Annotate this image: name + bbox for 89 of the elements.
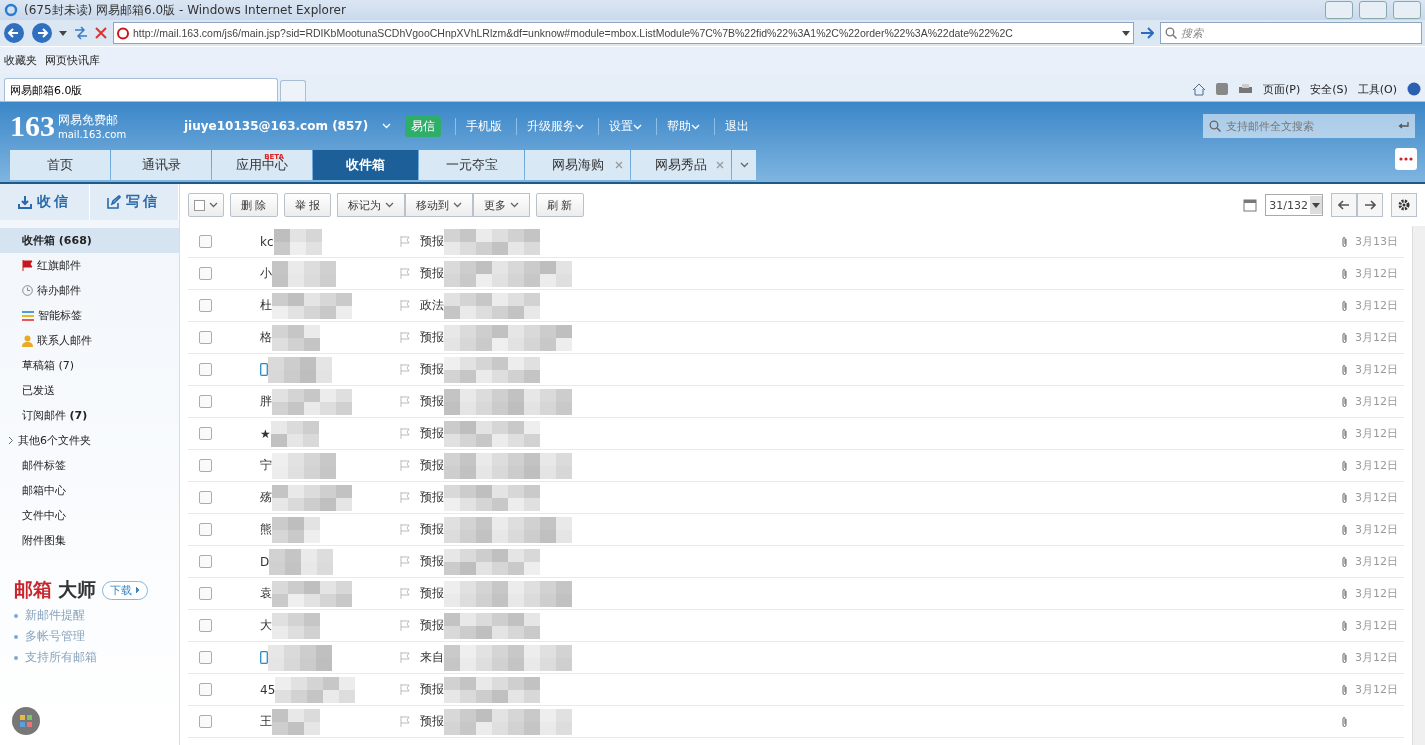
promo-title: 大师 [58, 577, 96, 602]
folder-item[interactable]: 订阅邮件 (7) [0, 403, 179, 428]
folder-item[interactable]: 草稿箱 (7) [0, 353, 179, 378]
mail-date: 3月12日 [1354, 650, 1398, 665]
toolbar-button[interactable]: 更多 [473, 193, 530, 217]
download-button[interactable]: 下载 [102, 580, 148, 600]
command-menu[interactable]: 页面(P) [1262, 81, 1301, 97]
search-field[interactable]: 搜索 [1160, 22, 1422, 44]
folder-item[interactable]: 联系人邮件 [0, 328, 179, 353]
feature-item: 多帐号管理 [25, 628, 85, 645]
mail-tab[interactable]: 收件箱 [313, 150, 418, 180]
folder-item[interactable]: 待办邮件 [0, 278, 179, 303]
sender-name: D [260, 554, 270, 569]
mail-subject[interactable]: 预报 [420, 393, 444, 410]
mail-date: 3月13日 [1354, 234, 1398, 249]
mail-subject[interactable]: 预报 [420, 361, 444, 378]
mail-subject[interactable]: 预报 [420, 233, 444, 250]
mail-subject[interactable]: 预报 [420, 457, 444, 474]
toolbar-button[interactable]: 移动到 [405, 193, 473, 217]
folder-item[interactable]: 其他6个文件夹 [0, 428, 179, 453]
mail-subject[interactable]: 预报 [420, 521, 444, 538]
mail-date: 3月12日 [1354, 586, 1398, 601]
mail-subject[interactable]: 预报 [420, 681, 444, 698]
mail-date: 3月12日 [1354, 682, 1398, 697]
toolbar-button[interactable]: 标记为 [337, 193, 405, 217]
mail-subject[interactable]: 预报 [420, 585, 444, 602]
mail-subject[interactable]: 预报 [420, 489, 444, 506]
sender-name: 殇 [260, 489, 272, 506]
folder-item[interactable]: 已发送 [0, 378, 179, 403]
toolbar-button[interactable]: 举 报 [283, 193, 331, 217]
mail-date: 3月12日 [1354, 490, 1398, 505]
mail-date: 3月12日 [1354, 362, 1398, 377]
mail-tab[interactable]: 网易秀品 [631, 150, 731, 180]
browser-tab[interactable]: 网易邮箱6.0版 [4, 78, 278, 101]
sender-name: 大 [260, 617, 272, 634]
folder-item[interactable]: 邮箱中心 [0, 478, 179, 503]
sender-name: 杜 [260, 297, 272, 314]
logo-domain: mail.163.com [58, 129, 127, 140]
folder-item[interactable]: 邮件标签 [0, 453, 179, 478]
sender-name: 宁 [260, 457, 272, 474]
sender-name: kc [260, 234, 274, 249]
mail-tab[interactable]: 首页 [10, 150, 110, 180]
mail-date: 3月12日 [1354, 554, 1398, 569]
mail-tab[interactable]: 通讯录 [111, 150, 211, 180]
mail-date: 3月12日 [1354, 266, 1398, 281]
folder-item[interactable]: 红旗邮件 [0, 253, 179, 278]
promo-title: 邮箱 [14, 577, 52, 602]
command-menu[interactable]: 安全(S) [1310, 81, 1348, 97]
window-title: (675封未读) 网易邮箱6.0版 - Windows Internet Explorer [24, 1, 347, 19]
logo-name: 网易免费邮 [58, 112, 119, 129]
favorites-item[interactable]: 网页快讯库 [45, 52, 100, 68]
sender-name: 胖 [260, 393, 272, 410]
feature-item: 支持所有邮箱 [25, 649, 97, 666]
mail-subject[interactable]: 预报 [420, 553, 444, 570]
mail-subject[interactable]: 预报 [420, 329, 444, 346]
mail-subject[interactable]: 预报 [420, 425, 444, 442]
feature-item: 新邮件提醒 [25, 607, 85, 624]
sender-name: 小 [260, 265, 272, 282]
folder-item[interactable]: 智能标签 [0, 303, 179, 328]
mail-subject[interactable]: 预报 [420, 265, 444, 282]
page-select[interactable]: 31/132 [1265, 194, 1323, 216]
mail-subject[interactable]: 预报 [420, 713, 444, 730]
logo-number: 163 [10, 109, 55, 143]
folder-item[interactable]: 收件箱 (668) [0, 228, 179, 253]
sender-name: 格 [260, 329, 272, 346]
sender-name: ★ [260, 426, 271, 441]
toolbar-button[interactable]: 刷 新 [536, 193, 584, 217]
toolbar-button[interactable]: 删 除 [230, 193, 278, 217]
command-menu[interactable]: 工具(O) [1357, 81, 1397, 97]
sender-name: 45 [260, 682, 276, 697]
sender-name: 熊 [260, 521, 272, 538]
mail-date: 3月12日 [1354, 298, 1398, 313]
mail-subject[interactable]: 预报 [420, 617, 444, 634]
sender-name: 袁 [260, 585, 272, 602]
folder-item[interactable]: 文件中心 [0, 503, 179, 528]
folder-item[interactable]: 附件图集 [0, 528, 179, 553]
mail-date: 3月12日 [1354, 330, 1398, 345]
mail-subject[interactable]: 政法 [420, 297, 444, 314]
sender-name: 王 [260, 713, 272, 730]
address-field[interactable]: http://mail.163.com/js6/main.jsp?sid=RDIKbMootunaSCDhVgooCHnpXVhLRlzm&df=unknow#module=mbox.ListModule%7C%7B%22fid%22%3A1%2C%22order%22%3A%22date%22%2C [113, 22, 1134, 44]
favorites-item[interactable]: 收藏夹 [4, 52, 37, 68]
mail-date: 3月12日 [1354, 618, 1398, 633]
mail-date: 3月12日 [1354, 522, 1398, 537]
mail-tab[interactable]: 一元夺宝 [419, 150, 524, 180]
mail-tab[interactable]: 网易海购 [525, 150, 630, 180]
mail-date: 3月12日 [1354, 426, 1398, 441]
mail-date: 3月12日 [1354, 394, 1398, 409]
mail-date: 3月12日 [1354, 458, 1398, 473]
mail-subject[interactable]: 来自 [420, 649, 444, 666]
